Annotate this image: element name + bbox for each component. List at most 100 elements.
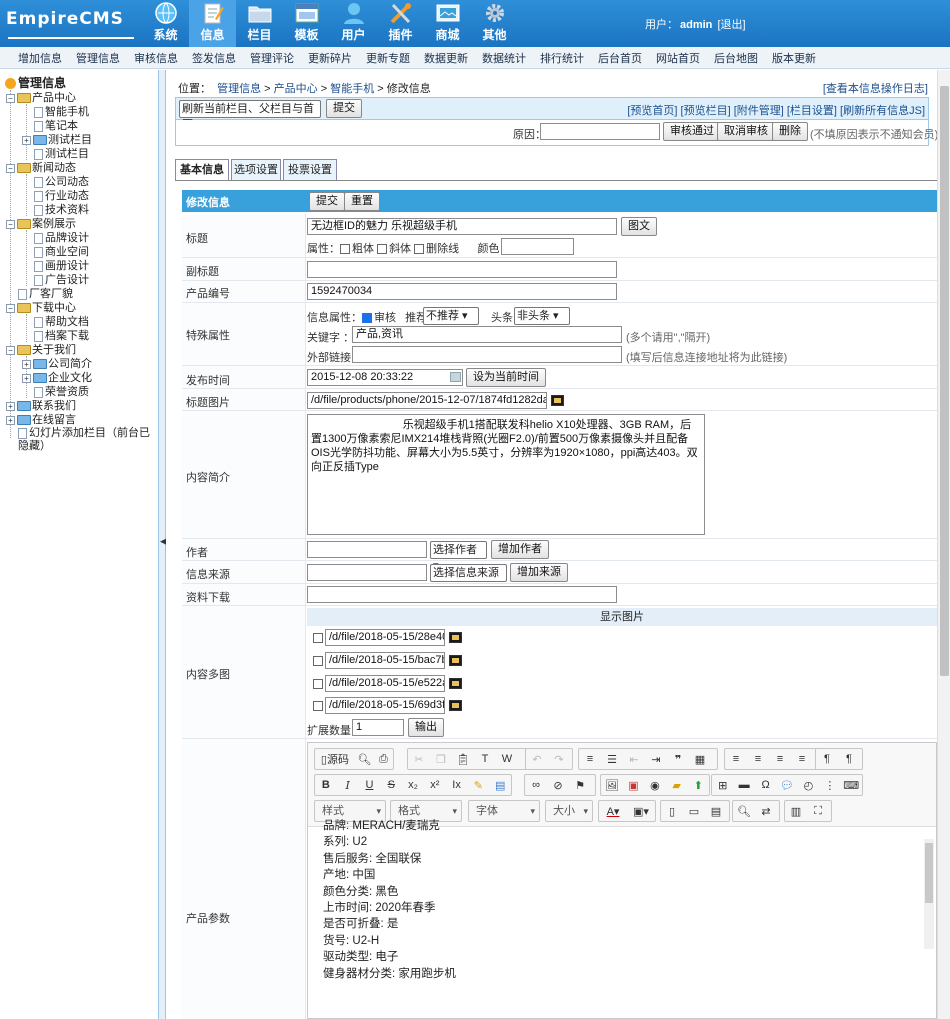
morepic-checkbox[interactable] [313, 679, 323, 690]
page-scrollbar[interactable] [937, 70, 950, 1019]
morepic-checkbox[interactable] [313, 633, 323, 644]
image-icon[interactable]: 🖼︎ [601, 775, 623, 795]
text-color-icon[interactable]: A▾ [599, 801, 627, 821]
expand-output-button[interactable]: 输出 [408, 718, 444, 737]
file-icon[interactable]: ▰ [666, 775, 688, 795]
subscript-icon[interactable]: x₂ [402, 775, 424, 795]
align-center-icon[interactable]: ≡ [747, 749, 769, 769]
delete-button[interactable]: 删除 [772, 122, 808, 141]
subtitle-input[interactable] [307, 261, 617, 278]
underline-icon[interactable]: U [359, 775, 381, 795]
maximize-page-icon[interactable]: ▯ [661, 801, 683, 821]
nav-info[interactable]: 信息 [189, 0, 236, 47]
new-page-icon[interactable]: ▭ [683, 801, 705, 821]
nav-user[interactable]: 用户 [330, 0, 377, 47]
redo-icon[interactable]: ↷ [548, 749, 570, 769]
print-icon[interactable]: ⎙ [374, 749, 393, 769]
sidebar-item-download[interactable]: − 下载中心 [6, 301, 76, 315]
show-blocks-icon[interactable]: ▥ [785, 801, 807, 821]
outlink-input[interactable] [352, 346, 622, 363]
add-source-button[interactable]: 增加来源 [510, 563, 568, 582]
breadcrumb-link[interactable]: 管理信息 [217, 83, 261, 95]
indent-icon[interactable]: ⇥ [645, 749, 667, 769]
strikethrough-icon[interactable]: S [380, 775, 402, 795]
recommend-select[interactable]: 不推荐 ▾ [423, 307, 479, 325]
nav-shop[interactable]: 商城 [424, 0, 471, 47]
author-select[interactable]: 选择作者 ▾ [430, 541, 487, 572]
morepic-checkbox[interactable] [313, 656, 323, 667]
size-dropdown[interactable]: 大小 [545, 800, 593, 822]
italic-icon[interactable]: I [337, 775, 359, 795]
image-select-icon[interactable] [449, 700, 462, 711]
rtl-icon[interactable]: ¶ [838, 749, 860, 769]
replace-icon[interactable]: ⇄ [755, 801, 777, 821]
sidebar-item-culture[interactable]: + 企业文化 [22, 371, 92, 385]
doc-props-icon[interactable]: ▤ [705, 801, 727, 821]
iframe-icon[interactable]: ◴ [798, 775, 819, 795]
paste-word-icon[interactable]: W [496, 749, 518, 769]
anchor-icon[interactable]: ⚑ [569, 775, 591, 795]
refresh-select[interactable]: 刷新当前栏目、父栏目与首页 ▾ [179, 100, 321, 131]
sidebar-item-test1[interactable]: + 测试栏目 [22, 133, 92, 147]
morepic-input[interactable]: /d/file/2018-05-15/28e4067 [325, 629, 445, 646]
sidebar-item-cases[interactable]: − 案例展示 [6, 217, 76, 231]
reason-input[interactable] [540, 123, 660, 140]
set-now-button[interactable]: 设为当前时间 [466, 368, 546, 387]
bold-icon[interactable]: B [315, 775, 337, 795]
image-select-icon[interactable] [551, 395, 564, 406]
keyword-input[interactable]: 产品,资讯 [352, 326, 622, 343]
sidebar-item-test2[interactable]: 测试栏目 [34, 147, 89, 161]
expand-input[interactable]: 1 [352, 719, 404, 736]
image-select-icon[interactable] [449, 655, 462, 666]
editor-scrollbar[interactable] [924, 839, 934, 949]
special-char-icon[interactable]: Ω [755, 775, 776, 795]
align-right-icon[interactable]: ≡ [769, 749, 791, 769]
strike-checkbox[interactable] [414, 244, 425, 255]
sidebar-item-message[interactable]: + 在线留言 [6, 413, 76, 427]
preview-icon[interactable]: 🔍︎ [355, 749, 374, 769]
logo[interactable]: EmpireCMS [6, 9, 134, 39]
bullet-list-icon[interactable]: ☰ [601, 749, 623, 769]
sidebar-item-slides[interactable]: 幻灯片添加栏目（前台已隐藏） [18, 427, 150, 453]
audit-checkbox[interactable] [362, 313, 372, 324]
align-left-icon[interactable]: ≡ [725, 749, 747, 769]
author-input[interactable] [307, 541, 427, 558]
paste-icon[interactable]: 📋︎ [452, 749, 474, 769]
subnav-item[interactable]: 审核信息 [134, 50, 178, 66]
sidebar-item-ad[interactable]: 广告设计 [34, 273, 89, 287]
subnav-item[interactable]: 增加信息 [18, 50, 62, 66]
pagebreak-icon[interactable]: ⋮ [819, 775, 840, 795]
unlink-icon[interactable]: ⊘ [547, 775, 569, 795]
template-icon[interactable]: ▤ [489, 775, 511, 795]
superscript-icon[interactable]: x² [424, 775, 446, 795]
sidebar-item-news[interactable]: − 新闻动态 [6, 161, 76, 175]
bg-color-icon[interactable]: ▣▾ [627, 801, 655, 821]
sidebar-item-company[interactable]: + 公司简介 [22, 357, 92, 371]
sidebar-item-notebook[interactable]: 笔记本 [34, 119, 78, 133]
sidebar-item-space[interactable]: 商业空间 [34, 245, 89, 259]
copy-format-icon[interactable]: ✎ [467, 775, 489, 795]
morepic-checkbox[interactable] [313, 701, 323, 712]
italic-checkbox[interactable] [377, 244, 388, 255]
title-pic-button[interactable]: 图文 [621, 217, 657, 236]
tab-options[interactable]: 选项设置 [231, 159, 281, 180]
cancel-audit-button[interactable]: 取消审核 [717, 122, 775, 141]
source-input[interactable] [307, 564, 427, 581]
subnav-item[interactable]: 数据更新 [424, 50, 468, 66]
code-icon[interactable]: ⌨ [841, 775, 862, 795]
blockquote-icon[interactable]: ❞ [667, 749, 689, 769]
subnav-item[interactable]: 管理评论 [250, 50, 294, 66]
link-icon[interactable]: ∞ [525, 775, 547, 795]
operation-log-link[interactable]: [查看本信息操作日志] [823, 80, 928, 96]
bold-checkbox[interactable] [340, 244, 350, 255]
sidebar-item-factory[interactable]: 厂客厂貌 [18, 287, 73, 301]
subnav-item[interactable]: 版本更新 [772, 50, 816, 66]
subnav-item[interactable]: 后台地图 [714, 50, 758, 66]
nav-template[interactable]: 模板 [283, 0, 330, 47]
outdent-icon[interactable]: ⇤ [623, 749, 645, 769]
attachment-icon[interactable]: ⬆ [687, 775, 709, 795]
code-input[interactable]: 1592470034 [307, 283, 617, 300]
horizontal-rule-icon[interactable]: ▬ [733, 775, 754, 795]
cut-icon[interactable]: ✂ [408, 749, 430, 769]
subnav-item[interactable]: 数据统计 [482, 50, 526, 66]
